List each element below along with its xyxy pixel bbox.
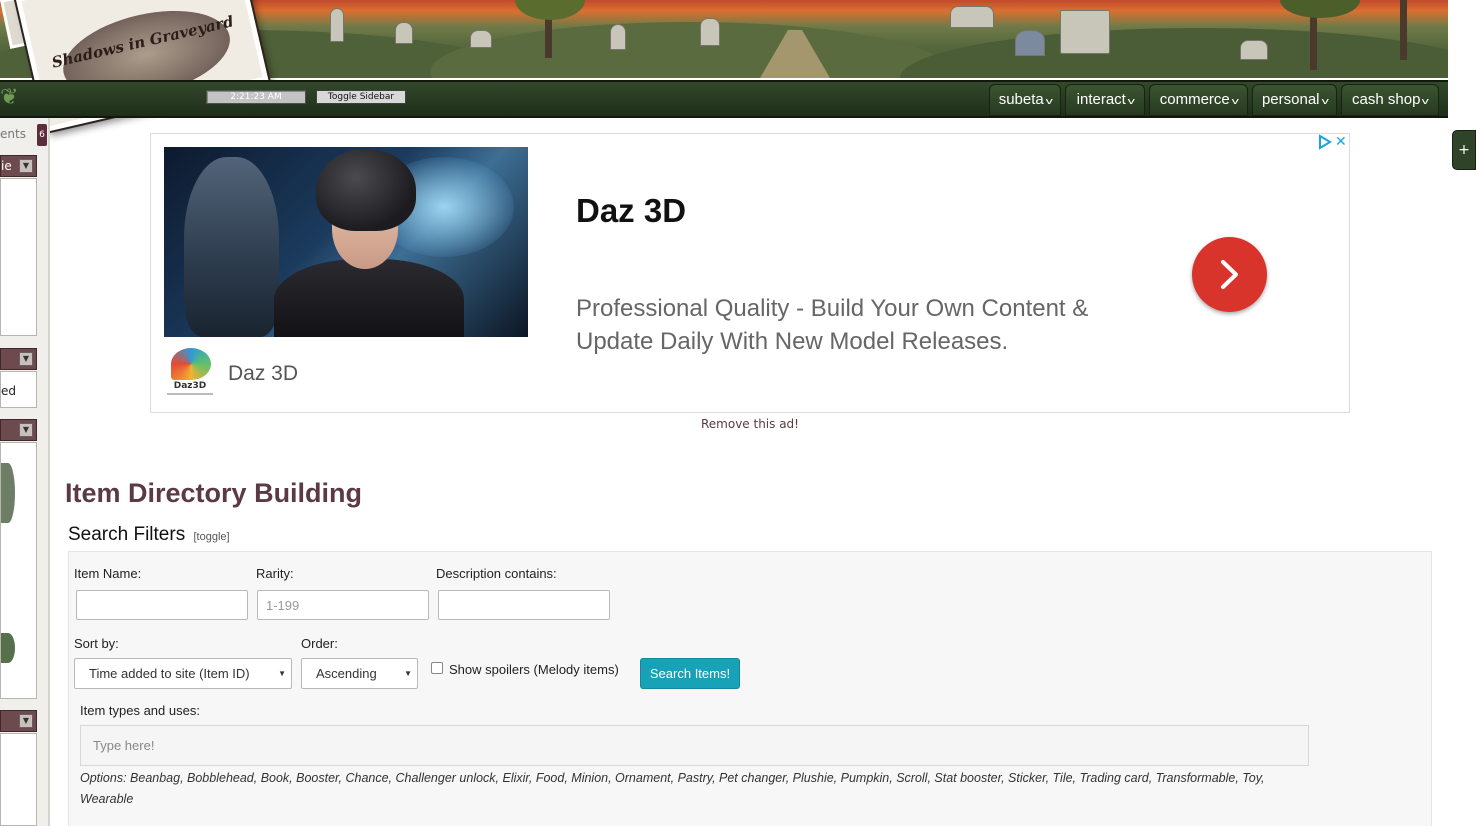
sidebar-count-badge: 6 [37, 124, 47, 146]
caret-down-icon: ▼ [278, 669, 286, 678]
caret-down-icon: ▼ [404, 669, 412, 678]
adchoices-icon[interactable] [1318, 134, 1332, 150]
ad-brand-name[interactable]: Daz 3D [228, 362, 298, 386]
rarity-input[interactable] [257, 590, 429, 620]
banner-hill [430, 22, 950, 78]
page-title: Item Directory Building [65, 478, 363, 508]
banner-gravestone [950, 6, 994, 28]
sidebar-section-title: ie [1, 159, 12, 173]
banner-gravestone [395, 22, 413, 44]
item-types-input[interactable] [80, 725, 1309, 766]
pet-image [1, 463, 15, 523]
ad-image[interactable] [164, 147, 528, 337]
filters-heading: Search Filters [toggle] [68, 524, 230, 546]
item-name-input[interactable] [76, 590, 248, 620]
sidebar-label: ents [0, 127, 26, 141]
item-types-options: Options: Beanbag, Bobblehead, Book, Boos… [80, 771, 1265, 806]
sidebar-section-header: ▼ [0, 710, 37, 732]
daz-logo-icon [171, 348, 211, 380]
chevron-down-icon: v [1045, 96, 1053, 106]
nav-tab-label: commerce [1159, 91, 1230, 108]
sidebar-section-text: ed [1, 384, 16, 398]
sidebar-section-header: ie ▼ [0, 155, 37, 177]
nav-tab-label: subeta [998, 91, 1044, 108]
order-label: Order: [301, 636, 338, 651]
vine-icon: ❦ [0, 85, 19, 110]
remove-ad-link[interactable]: Remove this ad! [0, 417, 1476, 431]
sort-by-select[interactable]: Time added to site (Item ID) ▼ [74, 658, 292, 689]
chevron-down-icon: v [1422, 96, 1430, 106]
chevron-right-icon [1221, 260, 1238, 289]
nav-tab-personal[interactable]: personal v [1252, 84, 1337, 116]
chevron-down-icon[interactable]: ▼ [19, 352, 33, 366]
nav-tab-commerce[interactable]: commerce v [1149, 84, 1248, 116]
banner-gravestone [330, 8, 344, 42]
ad-open-button[interactable] [1192, 237, 1267, 312]
ad-brand-logo[interactable]: Daz3D [167, 348, 213, 400]
filters-toggle-link[interactable]: [toggle] [193, 531, 229, 543]
filters-heading-text: Search Filters [68, 524, 186, 545]
sidebar-section-body: ed [0, 371, 37, 408]
banner-gravestone [1240, 40, 1268, 60]
sidebar-section-body [0, 442, 37, 699]
chevron-down-icon: v [1127, 96, 1135, 106]
close-icon[interactable]: ✕ [1335, 134, 1349, 150]
ad-image-suit [274, 259, 464, 337]
search-items-button[interactable]: Search Items! [640, 658, 740, 689]
banner-tree [1400, 0, 1407, 60]
banner-hill [900, 28, 1448, 78]
sidebar-section-body [0, 733, 37, 826]
show-spoilers-checkbox[interactable] [431, 662, 443, 674]
ad-logo-text: Daz3D [173, 381, 207, 391]
order-select[interactable]: Ascending ▼ [301, 658, 418, 689]
item-name-label: Item Name: [74, 566, 142, 581]
banner-gravestone [700, 18, 720, 46]
expand-panel-button[interactable]: + [1452, 130, 1476, 170]
nav-tab-interact[interactable]: interact v [1065, 84, 1145, 116]
rarity-label: Rarity: [256, 566, 294, 581]
nav-tab-subeta[interactable]: subeta v [989, 84, 1061, 116]
chevron-down-icon[interactable]: ▼ [19, 159, 33, 173]
ad-description[interactable]: Professional Quality - Build Your Own Co… [576, 292, 1136, 358]
ad-title[interactable]: Daz 3D [576, 192, 686, 230]
description-input[interactable] [438, 590, 610, 620]
ad-image-creature [184, 157, 279, 337]
chevron-down-icon[interactable]: ▼ [19, 714, 33, 728]
banner-tree-crown [1280, 0, 1360, 18]
filters-panel: Item Name: Rarity: Description contains:… [68, 551, 1432, 826]
banner-tree-crown [515, 0, 585, 20]
sort-by-value: Time added to site (Item ID) [89, 666, 250, 681]
order-value: Ascending [316, 666, 377, 681]
sidebar-section-body [0, 178, 37, 336]
ad-image-helmet [316, 149, 416, 231]
banner-crypt [1015, 30, 1045, 56]
description-label: Description contains: [436, 566, 557, 581]
pet-image [1, 633, 15, 663]
nav-tab-label: personal [1261, 91, 1320, 108]
toggle-sidebar-button[interactable]: Toggle Sidebar [316, 90, 406, 104]
nav-tab-cash-shop[interactable]: cash shop v [1341, 84, 1439, 116]
sort-by-label: Sort by: [74, 636, 119, 651]
show-spoilers-label[interactable]: Show spoilers (Melody items) [449, 662, 619, 677]
clock-display: 2:21:23 AM [206, 90, 306, 104]
item-types-label: Item types and uses: [80, 703, 200, 718]
advertisement[interactable]: Daz3D Daz 3D Daz 3D Professional Quality… [150, 133, 1350, 413]
chevron-down-icon: v [1321, 96, 1329, 106]
nav-tab-label: interact [1076, 91, 1126, 108]
sidebar-section-header: ▼ [0, 348, 37, 370]
ad-logo-divider [167, 393, 213, 395]
banner-ruin [1060, 10, 1110, 54]
chevron-down-icon: v [1231, 96, 1239, 106]
nav-tab-label: cash shop [1352, 91, 1421, 108]
banner-gravestone [610, 24, 626, 50]
banner-gravestone [470, 30, 492, 48]
